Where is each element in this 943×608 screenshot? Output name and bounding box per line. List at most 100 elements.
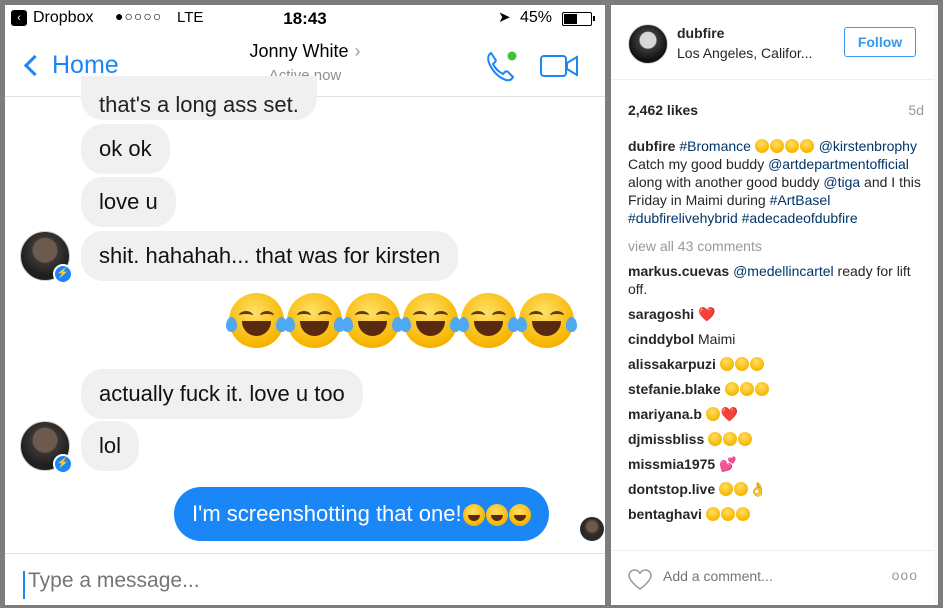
laughing-crying-emoji-icon xyxy=(735,507,750,521)
instagram-post-panel: dubfire Los Angeles, Califor... Follow 2… xyxy=(611,5,938,605)
laughing-crying-emoji-icon xyxy=(719,357,734,371)
comment-item: mariyana.b ❤️ xyxy=(628,405,924,423)
messenger-badge-icon: ⚡ xyxy=(53,454,73,474)
sparkling-heart-emoji-icon: 💕 xyxy=(719,456,737,472)
message-list[interactable]: that's a long ass set. ok ok love u ⚡ sh… xyxy=(5,76,605,553)
heart-outline-icon[interactable] xyxy=(628,569,652,591)
laughing-crying-emoji-icon xyxy=(226,293,287,348)
battery-percent: 45% xyxy=(520,9,553,26)
add-comment-input[interactable] xyxy=(663,568,863,584)
caption-text: along with another good buddy xyxy=(628,174,824,190)
mention[interactable]: @medellincartel xyxy=(733,263,834,279)
laughing-crying-emoji-icon xyxy=(708,432,723,446)
status-bar: ‹ Dropbox ●○○○○ LTE 18:43 ➤ 45% xyxy=(5,5,605,33)
comment-username[interactable]: stefanie.blake xyxy=(628,381,721,397)
post-caption: dubfire #Bromance @kirstenbrophy Catch m… xyxy=(628,137,924,227)
screenshot-frame: ‹ Dropbox ●○○○○ LTE 18:43 ➤ 45% Home Jon… xyxy=(0,0,943,608)
caption-username[interactable]: dubfire xyxy=(628,138,675,154)
comment-item: djmissbliss xyxy=(628,430,924,448)
post-location[interactable]: Los Angeles, Califor... xyxy=(677,45,812,61)
ok-hand-emoji-icon: 👌 xyxy=(749,481,767,497)
profile-avatar[interactable] xyxy=(628,24,668,64)
video-camera-icon[interactable] xyxy=(539,53,579,79)
contact-avatar[interactable]: ⚡ xyxy=(20,231,73,284)
message-bubble-received[interactable]: lol xyxy=(81,421,140,471)
laughing-crying-emoji-icon xyxy=(749,357,764,371)
comment-username[interactable]: missmia1975 xyxy=(628,456,715,472)
laughing-crying-emoji-icon xyxy=(705,407,720,421)
scrollbar[interactable] xyxy=(934,5,938,605)
comment-bar: ooo xyxy=(611,550,938,605)
mention[interactable]: @tiga xyxy=(823,174,860,190)
post-age[interactable]: 5d xyxy=(908,101,924,119)
emoji-message[interactable] xyxy=(226,293,577,348)
view-all-comments-link[interactable]: view all 43 comments xyxy=(628,237,924,255)
mention[interactable]: @artdepartmentofficial xyxy=(768,156,909,172)
likes-label: 2,462 likes xyxy=(628,102,699,118)
battery-icon xyxy=(562,12,595,26)
laughing-crying-emoji-icon xyxy=(719,482,734,496)
laughing-crying-emoji-icon xyxy=(284,293,345,348)
message-composer xyxy=(5,553,605,605)
comment-username[interactable]: dontstop.live xyxy=(628,481,715,497)
laughing-crying-emoji-icon xyxy=(720,507,735,521)
text-caret xyxy=(23,571,25,599)
hashtag[interactable]: #Bromance xyxy=(679,138,751,154)
message-bubble-received[interactable]: ok ok xyxy=(81,124,170,174)
laughing-crying-emoji-icon xyxy=(754,139,769,153)
laughing-crying-emoji-icon xyxy=(705,507,720,521)
caption-text: Catch my good buddy xyxy=(628,156,769,172)
comment-item: bentaghavi xyxy=(628,505,924,523)
comment-username[interactable]: markus.cuevas xyxy=(628,263,729,279)
post-username[interactable]: dubfire xyxy=(677,25,724,41)
hashtag[interactable]: #dubfirelivehybrid xyxy=(628,210,738,226)
message-bubble-partial: that's a long ass set. xyxy=(81,76,317,120)
follow-button[interactable]: Follow xyxy=(844,27,916,57)
comment-username[interactable]: alissakarpuzi xyxy=(628,356,716,372)
laughing-crying-emoji-icon xyxy=(400,293,461,348)
comment-item: missmia1975 💕 xyxy=(628,455,924,473)
messenger-screen: ‹ Dropbox ●○○○○ LTE 18:43 ➤ 45% Home Jon… xyxy=(5,5,605,605)
message-bubble-sent[interactable]: I'm screenshotting that one! xyxy=(174,487,549,541)
laughing-crying-emoji-icon xyxy=(485,504,508,527)
comment-item: stefanie.blake xyxy=(628,380,924,398)
comment-item: cinddybol Maimi xyxy=(628,330,924,348)
comment-item: saragoshi ❤️ xyxy=(628,305,924,323)
message-bubble-received[interactable]: love u xyxy=(81,177,176,227)
message-text: I'm screenshotting that one! xyxy=(192,501,462,526)
read-receipt-avatar xyxy=(580,517,604,541)
message-bubble-received[interactable]: shit. hahahah... that was for kirsten xyxy=(81,231,459,281)
messenger-badge-icon: ⚡ xyxy=(53,264,73,284)
phone-icon[interactable] xyxy=(483,49,519,83)
laughing-crying-emoji-icon xyxy=(754,382,769,396)
laughing-crying-emoji-icon xyxy=(734,357,749,371)
laughing-crying-emoji-icon xyxy=(739,382,754,396)
comment-username[interactable]: djmissbliss xyxy=(628,431,704,447)
laughing-crying-emoji-icon xyxy=(458,293,519,348)
more-options-icon[interactable]: ooo xyxy=(892,567,918,583)
message-bubble-received[interactable]: actually fuck it. love u too xyxy=(81,369,363,419)
laughing-crying-emoji-icon xyxy=(738,432,753,446)
chevron-right-icon: › xyxy=(354,41,361,61)
laughing-crying-emoji-icon xyxy=(799,139,814,153)
laughing-crying-emoji-icon xyxy=(769,139,784,153)
heart-emoji-icon: ❤️ xyxy=(720,406,739,422)
battery-fill xyxy=(564,14,577,24)
message-input[interactable] xyxy=(28,569,588,593)
likes-count[interactable]: 2,462 likes 5d xyxy=(628,101,924,119)
hashtag[interactable]: #adecadeofdubfire xyxy=(742,210,858,226)
post-header: dubfire Los Angeles, Califor... Follow xyxy=(611,5,938,80)
comment-username[interactable]: saragoshi xyxy=(628,306,694,322)
hashtag[interactable]: #ArtBasel xyxy=(770,192,831,208)
laughing-crying-emoji-icon xyxy=(723,432,738,446)
laughing-crying-emoji-icon xyxy=(734,482,749,496)
comment-username[interactable]: cinddybol xyxy=(628,331,694,347)
mention[interactable]: @kirstenbrophy xyxy=(819,138,917,154)
laughing-crying-emoji-icon xyxy=(724,382,739,396)
contact-avatar[interactable]: ⚡ xyxy=(20,421,73,474)
laughing-crying-emoji-icon xyxy=(516,293,577,348)
comment-item: alissakarpuzi xyxy=(628,355,924,373)
comment-username[interactable]: mariyana.b xyxy=(628,406,702,422)
comment-item: dontstop.live 👌 xyxy=(628,480,924,498)
comment-username[interactable]: bentaghavi xyxy=(628,506,702,522)
